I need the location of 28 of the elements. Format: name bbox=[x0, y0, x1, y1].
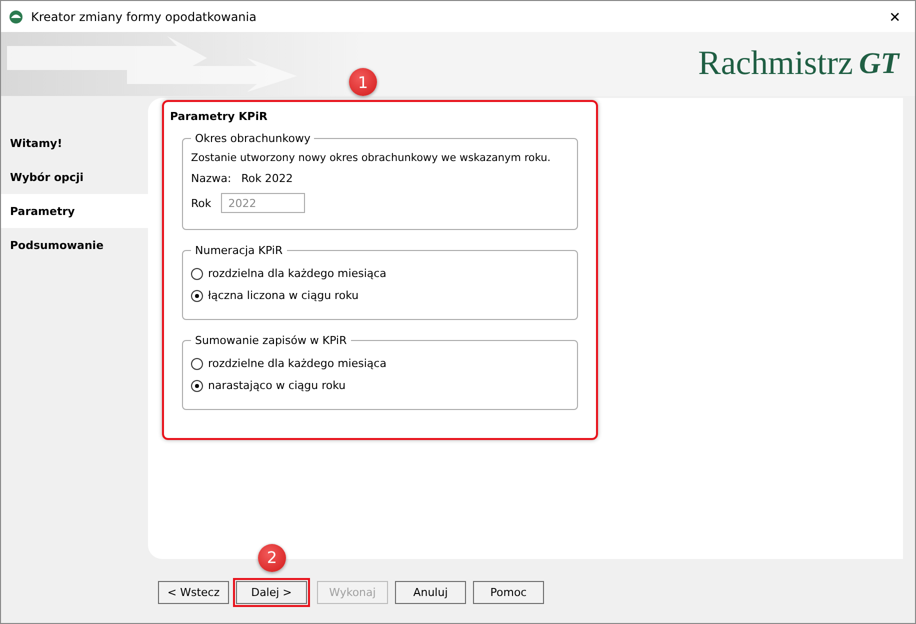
sidebar-item[interactable]: Podsumowanie bbox=[1, 228, 148, 262]
radio-icon[interactable] bbox=[191, 290, 203, 302]
radio-icon[interactable] bbox=[191, 268, 203, 280]
radio-option[interactable]: łączna liczona w ciągu roku bbox=[191, 289, 569, 302]
sidebar-item[interactable]: Parametry bbox=[1, 194, 148, 228]
radio-icon[interactable] bbox=[191, 358, 203, 370]
sidebar-item[interactable]: Witamy! bbox=[1, 126, 148, 160]
radio-option[interactable]: rozdzielne dla każdego miesiąca bbox=[191, 357, 569, 370]
logo-mark: GT bbox=[859, 47, 899, 81]
app-icon bbox=[9, 10, 23, 24]
radio-option[interactable]: rozdzielna dla każdego miesiąca bbox=[191, 267, 569, 280]
logo-text: Rachmistrz bbox=[698, 45, 853, 83]
wizard-button[interactable]: Pomoc bbox=[473, 580, 544, 604]
radio-option[interactable]: narastająco w ciągu roku bbox=[191, 379, 569, 392]
group-legend: Numeracja KPiR bbox=[191, 244, 287, 257]
group-legend: Sumowanie zapisów w KPiR bbox=[191, 334, 351, 347]
sidebar-item[interactable]: Wybór opcji bbox=[1, 160, 148, 194]
wizard-button[interactable]: Anuluj bbox=[395, 580, 466, 604]
name-value: Rok 2022 bbox=[241, 172, 293, 185]
wizard-button[interactable]: < Wstecz bbox=[158, 580, 229, 604]
window-title: Kreator zmiany formy opodatkowania bbox=[31, 10, 258, 24]
info-text: Zostanie utworzony nowy okres obrachunkowy we wskazanym roku. bbox=[191, 152, 552, 164]
name-label: Nazwa: bbox=[191, 172, 232, 185]
close-button[interactable]: ✕ bbox=[883, 8, 907, 24]
year-label: Rok bbox=[191, 196, 212, 210]
panel-title: Parametry KPiR bbox=[170, 110, 268, 123]
radio-icon[interactable] bbox=[191, 380, 203, 392]
group-legend: Okres obrachunkowy bbox=[191, 132, 314, 145]
